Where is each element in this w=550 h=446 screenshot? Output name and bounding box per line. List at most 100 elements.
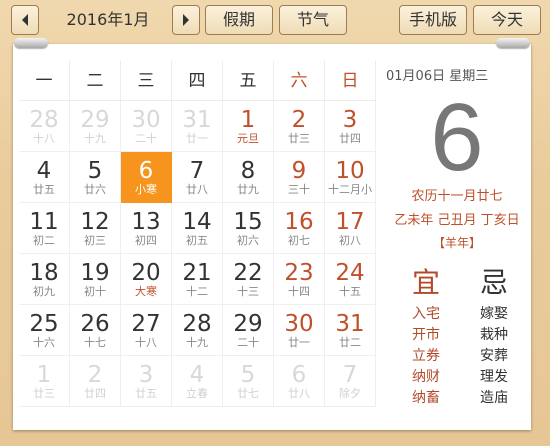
lunar-day-label: 初九 — [33, 285, 55, 298]
today-button[interactable]: 今天 — [473, 5, 541, 35]
day-cell[interactable]: 16 初七 — [274, 203, 325, 254]
yi-item: 纳财 — [412, 369, 440, 385]
month-grid: 一二三四五六日 28 十八 29 十九 30 二十 31 廿一 1 元旦 2 廿三 3 廿四 4 廿五 5 廿六 6… — [19, 61, 376, 407]
day-cell[interactable]: 21 十二 — [172, 254, 223, 305]
chevron-left-icon — [22, 14, 28, 26]
yi-item: 入宅 — [412, 306, 440, 322]
day-cell[interactable]: 28 十八 — [19, 101, 70, 152]
binder-ring-left — [14, 38, 48, 48]
lunar-day-label: 初四 — [135, 234, 157, 247]
day-number: 13 — [131, 209, 161, 235]
solar-term-button[interactable]: 节气 — [279, 5, 347, 35]
day-number: 11 — [29, 209, 59, 235]
day-cell[interactable]: 20 大寒 — [121, 254, 172, 305]
lunar-day-label: 廿五 — [135, 387, 157, 400]
day-cell[interactable]: 3 廿四 — [325, 101, 376, 152]
day-cell[interactable]: 13 初四 — [121, 203, 172, 254]
day-number: 7 — [189, 158, 205, 184]
day-number: 29 — [80, 107, 110, 133]
day-cell[interactable]: 29 十九 — [70, 101, 121, 152]
day-cell[interactable]: 18 初九 — [19, 254, 70, 305]
month-label[interactable]: 2016年1月 — [46, 5, 170, 35]
yi-item: 立券 — [412, 348, 440, 364]
day-number: 16 — [284, 209, 314, 235]
day-cell[interactable]: 31 廿一 — [172, 101, 223, 152]
day-cell[interactable]: 28 十九 — [172, 305, 223, 356]
day-cell[interactable]: 25 十六 — [19, 305, 70, 356]
day-cell[interactable]: 2 廿四 — [70, 356, 121, 407]
day-cell[interactable]: 8 廿九 — [223, 152, 274, 203]
ji-list: 嫁娶 栽种 安葬 理发 造庙 — [464, 304, 524, 409]
lunar-day-label: 初八 — [339, 234, 361, 247]
binder-ring-right — [496, 38, 530, 48]
day-cell[interactable]: 2 廿三 — [274, 101, 325, 152]
day-number: 30 — [131, 107, 161, 133]
day-cell[interactable]: 4 立春 — [172, 356, 223, 407]
day-number: 23 — [284, 260, 314, 286]
day-number: 14 — [182, 209, 212, 235]
day-cell[interactable]: 30 二十 — [121, 101, 172, 152]
lunar-day-label: 元旦 — [237, 132, 259, 145]
lunar-day-label: 廿四 — [84, 387, 106, 400]
lunar-date: 农历十一月廿七 — [411, 189, 503, 204]
selected-date-line: 01月06日 星期三 — [386, 69, 489, 84]
day-number: 17 — [335, 209, 365, 235]
day-cell[interactable]: 30 廿一 — [274, 305, 325, 356]
ji-item: 嫁娶 — [480, 306, 508, 322]
day-cell[interactable]: 1 廿三 — [19, 356, 70, 407]
day-cell[interactable]: 10 十二月小 — [325, 152, 376, 203]
day-number: 9 — [291, 158, 307, 184]
holiday-button[interactable]: 假期 — [205, 5, 273, 35]
weekday-label: 六 — [274, 61, 325, 101]
lunar-day-label: 二十 — [135, 132, 157, 145]
lunar-day-label: 廿一 — [288, 336, 310, 349]
day-cell[interactable]: 24 十五 — [325, 254, 376, 305]
lunar-day-label: 廿二 — [339, 336, 361, 349]
day-cell[interactable]: 5 廿六 — [70, 152, 121, 203]
day-cell[interactable]: 15 初六 — [223, 203, 274, 254]
day-number: 3 — [138, 362, 154, 388]
weekday-label: 五 — [223, 61, 274, 101]
lunar-day-label: 廿八 — [288, 387, 310, 400]
day-cell[interactable]: 3 廿五 — [121, 356, 172, 407]
day-number: 28 — [29, 107, 59, 133]
lunar-day-label: 十二 — [186, 285, 208, 298]
day-cell[interactable]: 5 廿七 — [223, 356, 274, 407]
weekday-label: 三 — [121, 61, 172, 101]
day-number: 7 — [342, 362, 358, 388]
day-cell[interactable]: 12 初三 — [70, 203, 121, 254]
day-cell[interactable]: 23 十四 — [274, 254, 325, 305]
yi-heading: 宜 — [411, 266, 440, 299]
lunar-day-label: 廿四 — [339, 132, 361, 145]
day-cell[interactable]: 7 除夕 — [325, 356, 376, 407]
lunar-day-label: 初七 — [288, 234, 310, 247]
day-number: 10 — [335, 158, 365, 184]
day-cell[interactable]: 19 初十 — [70, 254, 121, 305]
day-cell[interactable]: 6 小寒 — [121, 152, 172, 203]
day-cell[interactable]: 9 三十 — [274, 152, 325, 203]
day-cell[interactable]: 22 十三 — [223, 254, 274, 305]
prev-month-button[interactable] — [11, 5, 39, 35]
day-cell[interactable]: 26 十七 — [70, 305, 121, 356]
day-cell[interactable]: 27 十八 — [121, 305, 172, 356]
day-cell[interactable]: 17 初八 — [325, 203, 376, 254]
day-cell[interactable]: 4 廿五 — [19, 152, 70, 203]
day-cell[interactable]: 31 廿二 — [325, 305, 376, 356]
day-cell[interactable]: 1 元旦 — [223, 101, 274, 152]
day-number: 2 — [291, 107, 307, 133]
mobile-version-button[interactable]: 手机版 — [399, 5, 467, 35]
lunar-day-label: 廿一 — [186, 132, 208, 145]
lunar-day-label: 大寒 — [135, 285, 157, 298]
day-cell[interactable]: 7 廿八 — [172, 152, 223, 203]
day-number: 19 — [80, 260, 110, 286]
day-number: 5 — [87, 158, 103, 184]
day-cell[interactable]: 14 初五 — [172, 203, 223, 254]
lunar-day-label: 十九 — [186, 336, 208, 349]
day-cell[interactable]: 6 廿八 — [274, 356, 325, 407]
next-month-button[interactable] — [172, 5, 200, 35]
day-number: 1 — [36, 362, 52, 388]
lunar-day-label: 廿三 — [288, 132, 310, 145]
day-number: 6 — [138, 158, 154, 184]
day-cell[interactable]: 11 初二 — [19, 203, 70, 254]
day-cell[interactable]: 29 二十 — [223, 305, 274, 356]
